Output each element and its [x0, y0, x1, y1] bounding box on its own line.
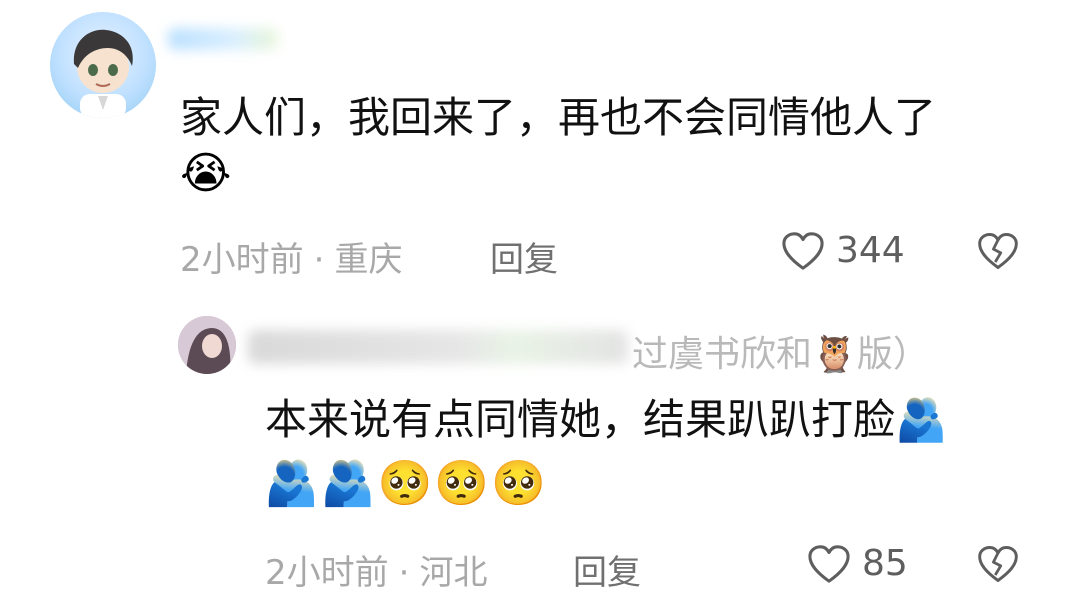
commenter-name-blurred[interactable] — [168, 28, 278, 50]
like-count: 344 — [836, 230, 905, 271]
broken-heart-icon[interactable] — [976, 543, 1020, 585]
broken-heart-icon[interactable] — [976, 230, 1020, 272]
reply-button[interactable]: 回复 — [573, 545, 641, 594]
avatar-photo — [178, 316, 236, 374]
reply-emojis: 🫂🫂🥺🥺🥺 — [264, 458, 548, 509]
reply-commenter-name-blurred[interactable] — [248, 330, 628, 364]
reply-meta: 2小时前 · 河北 — [265, 545, 487, 594]
meta-separator: · — [398, 553, 410, 593]
comment-text: 家人们，我回来了，再也不会同情他人了 — [180, 93, 937, 142]
heart-outline-icon[interactable] — [780, 230, 826, 272]
comment-meta: 2小时前 · 重庆 — [180, 232, 402, 281]
avatar-illustration — [73, 29, 133, 118]
comment-emoji: 😭 — [180, 148, 232, 199]
reply-commenter-avatar[interactable] — [178, 316, 236, 374]
reply-commenter-name-suffix: 过虞书欣和🦉版） — [632, 334, 929, 375]
like-count: 85 — [862, 543, 908, 584]
heart-outline-icon[interactable] — [806, 543, 852, 585]
reply-time: 2小时前 — [265, 553, 389, 593]
reply-text: 本来说有点同情她，结果趴趴打脸🫂 — [265, 395, 948, 444]
reply-button[interactable]: 回复 — [490, 232, 558, 281]
comment-location: 重庆 — [334, 240, 403, 280]
commenter-avatar[interactable] — [50, 12, 156, 118]
comment-time: 2小时前 — [180, 240, 304, 280]
meta-separator: · — [313, 240, 325, 280]
reply-location: 河北 — [419, 553, 488, 593]
